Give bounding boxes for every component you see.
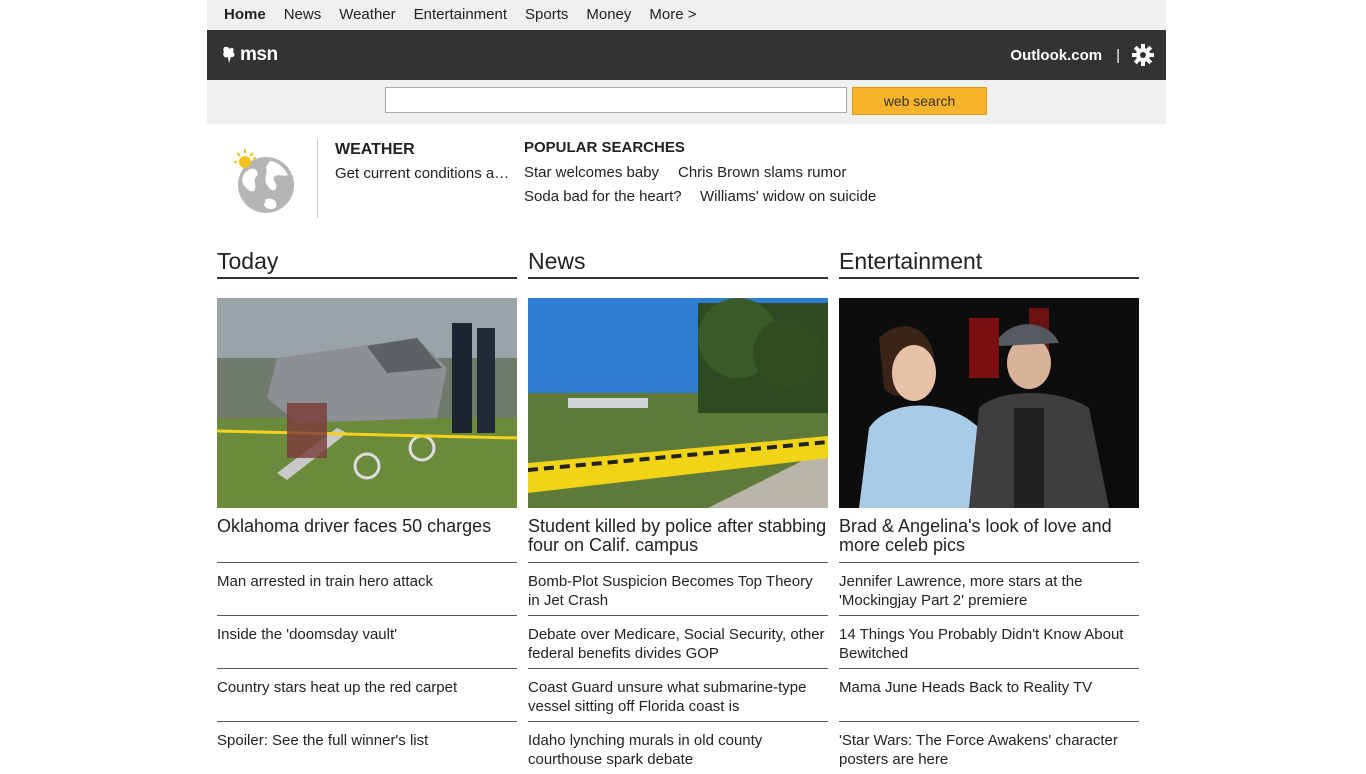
search-input[interactable]	[385, 87, 847, 113]
news-image[interactable]	[528, 298, 828, 508]
column-news: News Student killed by police after stab…	[528, 247, 828, 774]
column-entertainment: Entertainment Brad & Angelina's look of …	[839, 247, 1139, 774]
popular-link-4[interactable]: Williams' widow on suicide	[700, 188, 876, 205]
info-row: WEATHER Get current conditions and forec…	[207, 124, 1166, 244]
entertainment-image[interactable]	[839, 298, 1139, 508]
list-item[interactable]: Country stars heat up the red carpet	[217, 669, 517, 722]
list-item[interactable]: Bomb-Plot Suspicion Becomes Top Theory i…	[528, 563, 828, 616]
weather-title[interactable]: WEATHER	[335, 141, 415, 159]
column-heading[interactable]: Entertainment	[839, 247, 1139, 279]
list-item[interactable]: Spoiler: See the full winner's list	[217, 722, 517, 774]
popular-searches-title: POPULAR SEARCHES	[524, 139, 685, 156]
column-heading[interactable]: News	[528, 247, 828, 279]
nav-sports[interactable]: Sports	[525, 0, 568, 30]
column-today: Today Oklahoma driver faces 50 charges M…	[217, 247, 517, 774]
lead-headline[interactable]: Student killed by police after stabbing …	[528, 517, 828, 563]
header-bar: msn Outlook.com |	[207, 30, 1166, 80]
top-nav: Home News Weather Entertainment Sports M…	[207, 0, 1166, 30]
butterfly-icon	[223, 46, 235, 63]
list-item[interactable]: Man arrested in train hero attack	[217, 563, 517, 616]
vertical-divider	[317, 139, 318, 218]
web-search-button[interactable]: web search	[852, 87, 987, 115]
header-separator: |	[1116, 46, 1120, 64]
popular-link-2[interactable]: Chris Brown slams rumor	[678, 164, 846, 181]
header-right: Outlook.com |	[1010, 44, 1154, 66]
nav-entertainment[interactable]: Entertainment	[414, 0, 507, 30]
list-item[interactable]: Mama June Heads Back to Reality TV	[839, 669, 1139, 722]
gear-icon[interactable]	[1132, 44, 1154, 66]
globe-sun-icon[interactable]	[232, 147, 296, 220]
lead-headline[interactable]: Brad & Angelina's look of love and more …	[839, 517, 1139, 563]
list-item[interactable]: Inside the 'doomsday vault'	[217, 616, 517, 669]
lead-headline[interactable]: Oklahoma driver faces 50 charges	[217, 517, 517, 563]
today-image[interactable]	[217, 298, 517, 508]
nav-money[interactable]: Money	[586, 0, 631, 30]
nav-weather[interactable]: Weather	[339, 0, 395, 30]
outlook-link[interactable]: Outlook.com	[1010, 47, 1102, 64]
list-item[interactable]: Jennifer Lawrence, more stars at the 'Mo…	[839, 563, 1139, 616]
list-item[interactable]: Coast Guard unsure what submarine-type v…	[528, 669, 828, 722]
column-heading[interactable]: Today	[217, 247, 517, 279]
popular-link-1[interactable]: Star welcomes baby	[524, 164, 659, 181]
list-item[interactable]: 14 Things You Probably Didn't Know About…	[839, 616, 1139, 669]
list-item[interactable]: Debate over Medicare, Social Security, o…	[528, 616, 828, 669]
popular-link-3[interactable]: Soda bad for the heart?	[524, 188, 682, 205]
weather-description[interactable]: Get current conditions and forecast	[335, 165, 515, 182]
search-bar: web search	[207, 80, 1166, 124]
nav-home[interactable]: Home	[224, 0, 266, 30]
page-wrapper: Home News Weather Entertainment Sports M…	[207, 0, 1166, 244]
nav-news[interactable]: News	[284, 0, 322, 30]
list-item[interactable]: Idaho lynching murals in old county cour…	[528, 722, 828, 774]
nav-more[interactable]: More >	[649, 0, 696, 30]
msn-logo[interactable]: msn	[222, 44, 278, 66]
list-item[interactable]: 'Star Wars: The Force Awakens' character…	[839, 722, 1139, 774]
logo-text: msn	[240, 44, 278, 65]
